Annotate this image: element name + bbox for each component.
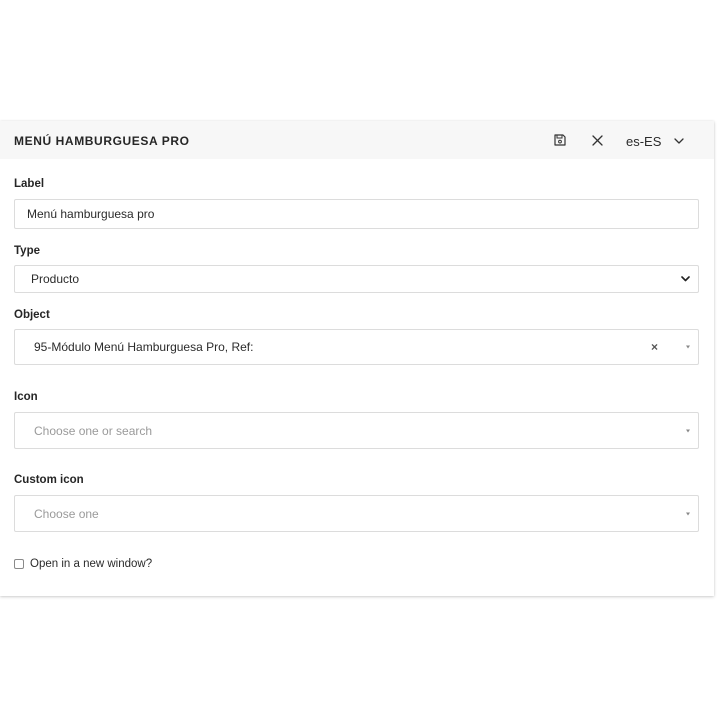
- language-label: es-ES: [626, 133, 662, 149]
- panel-header: MENÚ HAMBURGUESA PRO es-ES: [0, 121, 714, 159]
- custom-icon-field-label: Custom icon: [14, 474, 84, 486]
- custom-icon-select-placeholder: Choose one: [34, 506, 99, 521]
- label-field-label: Label: [14, 178, 45, 190]
- custom-icon-select[interactable]: Choose one: [14, 495, 699, 532]
- type-field-label: Type: [14, 245, 40, 257]
- chevron-down-icon: [674, 138, 685, 144]
- object-select-value: 95-Módulo Menú Hamburguesa Pro, Ref:: [34, 340, 254, 354]
- panel-title: MENÚ HAMBURGUESA PRO: [14, 134, 190, 148]
- object-field-label: Object: [14, 309, 50, 321]
- save-button[interactable]: [551, 131, 569, 149]
- object-select[interactable]: 95-Módulo Menú Hamburguesa Pro, Ref: ×: [14, 329, 699, 365]
- close-button[interactable]: [588, 131, 606, 149]
- icon-field-label: Icon: [14, 391, 38, 403]
- chevron-down-icon: [681, 276, 690, 282]
- caret-down-icon: [686, 429, 690, 432]
- icon-select-placeholder: Choose one or search: [34, 423, 153, 438]
- new-window-label: Open in a new window?: [30, 558, 153, 570]
- clear-selection-icon[interactable]: ×: [651, 341, 658, 353]
- type-select[interactable]: Producto: [14, 265, 699, 293]
- caret-down-icon: [686, 512, 690, 515]
- new-window-option[interactable]: Open in a new window?: [14, 558, 152, 570]
- caret-down-icon: [686, 345, 690, 349]
- label-input[interactable]: [14, 199, 699, 229]
- language-selector[interactable]: es-ES: [626, 133, 685, 149]
- new-window-checkbox[interactable]: [14, 559, 24, 569]
- type-select-value: Producto: [31, 272, 80, 286]
- menu-item-panel: MENÚ HAMBURGUESA PRO es-ES Label Typ: [0, 121, 714, 596]
- icon-select[interactable]: Choose one or search: [14, 412, 699, 449]
- floppy-disk-icon: [554, 134, 566, 146]
- close-icon: [591, 134, 603, 146]
